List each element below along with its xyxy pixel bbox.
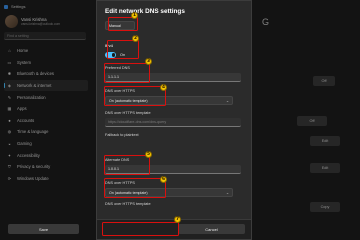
highlight-box xyxy=(107,40,139,59)
button-label: Cancel xyxy=(205,226,218,232)
step-badge: 7 xyxy=(174,216,181,223)
step-badge: 4 xyxy=(160,84,167,91)
highlight-box xyxy=(104,155,150,175)
doh-template-input[interactable]: https://cloudflare-dns.com/dns-query xyxy=(105,118,241,127)
chevron-down-icon: ⌄ xyxy=(225,191,229,195)
fallback-label: Fallback to plaintext xyxy=(105,133,139,137)
highlight-box xyxy=(104,86,166,106)
step-badge: 5 xyxy=(145,151,152,158)
chevron-down-icon: ⌄ xyxy=(225,99,229,103)
step-badge: 3 xyxy=(145,58,152,65)
highlight-box xyxy=(102,222,179,236)
dialog-title: Edit network DNS settings xyxy=(105,8,185,15)
doh-alternate-template-label: DNS over HTTPS template xyxy=(105,202,151,206)
highlight-box xyxy=(104,178,166,198)
step-badge: 2 xyxy=(132,35,139,42)
save-button[interactable]: Save xyxy=(8,224,79,234)
dns-settings-dialog: Edit network DNS settings Manual IPv4 On… xyxy=(96,0,252,240)
highlight-box xyxy=(108,17,138,31)
doh-template-label: DNS over HTTPS template xyxy=(105,111,151,115)
button-label: Save xyxy=(38,226,49,232)
step-badge: 1 xyxy=(131,12,138,19)
highlight-box xyxy=(104,63,150,83)
step-badge: 6 xyxy=(160,176,167,183)
cancel-button[interactable]: Cancel xyxy=(178,224,245,234)
